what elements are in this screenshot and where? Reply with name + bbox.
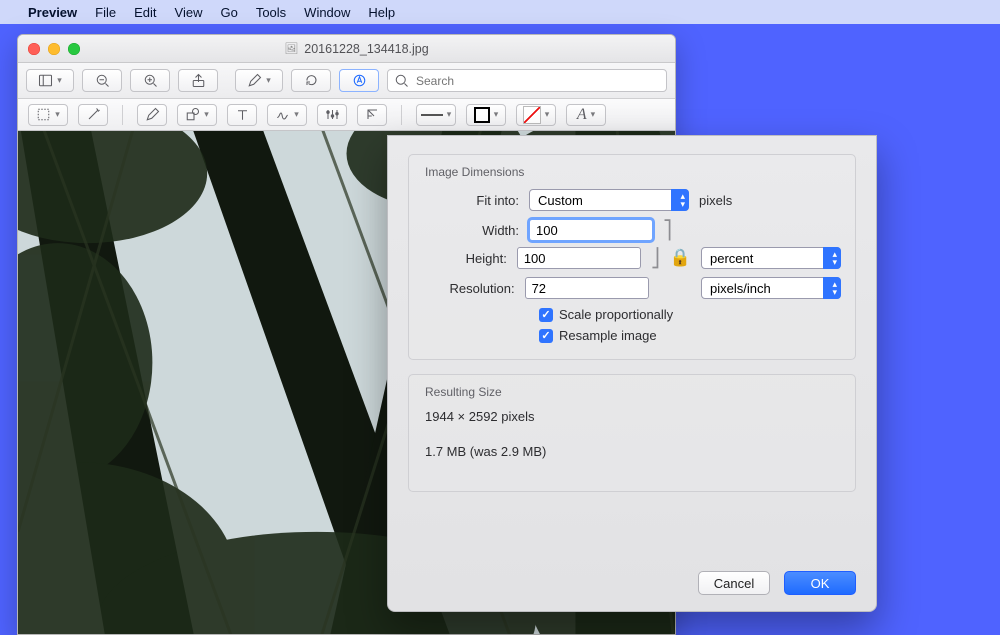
fit-into-label: Fit into:	[423, 193, 519, 208]
fit-into-select-input[interactable]: Custom	[529, 189, 689, 211]
document-type-icon: 🖼	[284, 42, 298, 55]
highlight-button[interactable]: ▾	[235, 69, 283, 92]
search-icon	[394, 73, 409, 88]
search-field[interactable]	[387, 69, 667, 92]
scale-proportionally-label: Scale proportionally	[559, 307, 673, 322]
markup-toolbar: ▾ ▾ ▾ ▾ ▾ ▾ A▾	[18, 99, 675, 131]
selection-tool-button[interactable]: ▾	[28, 104, 68, 126]
go-menu[interactable]: Go	[220, 5, 237, 20]
file-menu[interactable]: File	[95, 5, 116, 20]
resolution-unit-select-input[interactable]: pixels/inch	[701, 277, 841, 299]
font-icon: A	[577, 106, 587, 124]
scale-proportionally-checkbox[interactable]: ✓ Scale proportionally	[539, 307, 841, 322]
width-label: Width:	[423, 223, 519, 238]
checkbox-checked-icon: ✓	[539, 308, 553, 322]
dimension-unit-select-input[interactable]: percent	[701, 247, 841, 269]
macos-menubar: Preview File Edit View Go Tools Window H…	[0, 0, 1000, 24]
rotate-icon	[304, 73, 319, 88]
pencil-icon	[145, 107, 160, 122]
sign-button[interactable]: ▾	[267, 104, 307, 126]
resulting-size-group: Resulting Size 1944 × 2592 pixels 1.7 MB…	[408, 374, 856, 492]
markup-toggle-button[interactable]	[339, 69, 379, 92]
sketch-button[interactable]	[137, 104, 167, 126]
signature-icon	[275, 107, 290, 122]
fit-into-select[interactable]: Custom ▴▾	[529, 189, 689, 211]
wand-icon	[86, 107, 101, 122]
fill-color-button[interactable]: ▾	[516, 104, 556, 126]
stroke-swatch-icon	[474, 107, 490, 123]
zoom-in-button[interactable]	[130, 69, 170, 92]
image-dimensions-heading: Image Dimensions	[425, 165, 841, 179]
link-bracket-top: ⎤	[663, 223, 672, 237]
resolution-unit-select[interactable]: pixels/inch ▴▾	[701, 277, 841, 299]
text-style-button[interactable]: A▾	[566, 104, 606, 126]
pencil-icon	[247, 73, 262, 88]
tools-menu[interactable]: Tools	[256, 5, 286, 20]
image-dimensions-group: Image Dimensions Fit into: Custom ▴▾ pix…	[408, 154, 856, 360]
resize-icon	[365, 107, 380, 122]
cancel-button[interactable]: Cancel	[698, 571, 770, 595]
ok-button[interactable]: OK	[784, 571, 856, 595]
instant-alpha-button[interactable]	[78, 104, 108, 126]
shapes-icon	[185, 107, 200, 122]
resample-image-checkbox[interactable]: ✓ Resample image	[539, 328, 841, 343]
resulting-size-heading: Resulting Size	[425, 385, 841, 399]
fill-swatch-icon	[523, 106, 541, 124]
search-input[interactable]	[414, 73, 660, 89]
resample-image-label: Resample image	[559, 328, 657, 343]
resolution-input[interactable]	[525, 277, 649, 299]
text-icon	[235, 107, 250, 122]
dimension-unit-select[interactable]: percent ▴▾	[701, 247, 841, 269]
markup-icon	[352, 73, 367, 88]
border-color-button[interactable]: ▾	[466, 104, 506, 126]
share-button[interactable]	[178, 69, 218, 92]
share-icon	[191, 73, 206, 88]
document-title: 🖼 20161228_134418.jpg	[38, 42, 675, 56]
edit-menu[interactable]: Edit	[134, 5, 156, 20]
window-menu[interactable]: Window	[304, 5, 350, 20]
shapes-button[interactable]: ▾	[177, 104, 217, 126]
dialog-button-row: Cancel OK	[698, 571, 856, 595]
sidebar-icon	[38, 73, 53, 88]
link-bracket-bottom: ⎦	[651, 251, 660, 265]
resulting-dimensions-text: 1944 × 2592 pixels	[425, 409, 839, 424]
line-weight-icon	[421, 114, 443, 116]
sliders-icon	[325, 107, 340, 122]
app-menu[interactable]: Preview	[28, 5, 77, 20]
checkbox-checked-icon: ✓	[539, 329, 553, 343]
resolution-label: Resolution:	[423, 281, 515, 296]
adjust-size-button[interactable]	[357, 104, 387, 126]
resulting-filesize-text: 1.7 MB (was 2.9 MB)	[425, 444, 839, 459]
height-label: Height:	[423, 251, 507, 266]
toolbar-divider	[401, 105, 402, 125]
adjust-color-button[interactable]	[317, 104, 347, 126]
help-menu[interactable]: Help	[368, 5, 395, 20]
adjust-size-dialog: Image Dimensions Fit into: Custom ▴▾ pix…	[387, 135, 877, 612]
rotate-button[interactable]	[291, 69, 331, 92]
height-input[interactable]	[517, 247, 641, 269]
zoom-out-icon	[95, 73, 110, 88]
document-title-text: 20161228_134418.jpg	[304, 42, 428, 56]
width-input[interactable]	[529, 219, 653, 241]
text-button[interactable]	[227, 104, 257, 126]
window-titlebar[interactable]: 🖼 20161228_134418.jpg	[18, 35, 675, 63]
selection-icon	[36, 107, 51, 122]
lock-aspect-icon[interactable]: 🔒	[670, 248, 691, 268]
main-toolbar: ▾ ▾	[18, 63, 675, 99]
zoom-out-button[interactable]	[82, 69, 122, 92]
zoom-in-icon	[143, 73, 158, 88]
line-style-button[interactable]: ▾	[416, 104, 456, 126]
view-menu[interactable]: View	[175, 5, 203, 20]
toolbar-divider	[122, 105, 123, 125]
fit-into-unit: pixels	[699, 193, 732, 208]
sidebar-view-button[interactable]: ▾	[26, 69, 74, 92]
